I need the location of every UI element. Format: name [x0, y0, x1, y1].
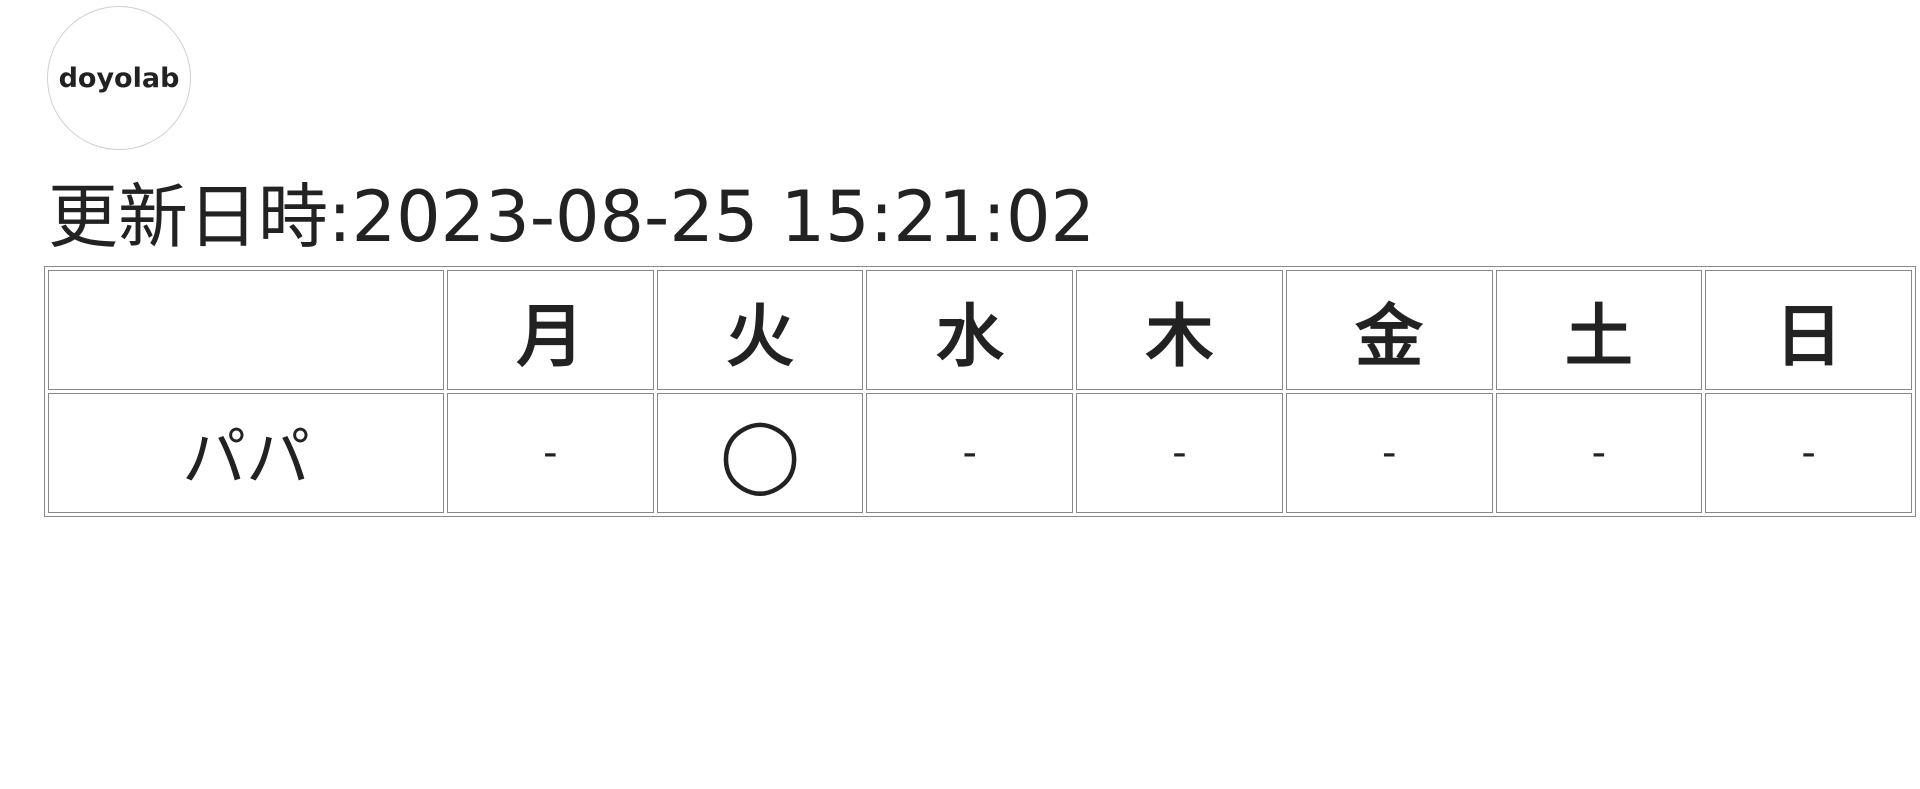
status-mark: ◯	[719, 411, 801, 495]
logo-text: doyolab	[58, 62, 180, 94]
person-name: パパ	[48, 393, 444, 513]
corner-cell	[48, 270, 444, 390]
day-header-thu: 木	[1076, 270, 1283, 390]
status-mark: -	[1801, 430, 1816, 476]
status-tue: ◯	[656, 393, 864, 513]
status-wed: -	[866, 393, 1074, 513]
doyolab-logo: doyolab	[47, 6, 191, 150]
status-thu: -	[1076, 393, 1283, 513]
status-mark: -	[1591, 430, 1607, 476]
status-mark: -	[543, 430, 558, 476]
status-mark: -	[1381, 430, 1397, 476]
status-sat: -	[1495, 393, 1703, 513]
day-header-fri: 金	[1285, 270, 1493, 390]
day-header-sun: 日	[1705, 270, 1912, 390]
weekly-schedule-table: 月 火 水 木 金 土 日 パパ - ◯ - - - - -	[44, 266, 1916, 517]
table-row: パパ - ◯ - - - - -	[48, 393, 1912, 513]
day-header-wed: 水	[866, 270, 1074, 390]
status-mark: -	[1172, 430, 1187, 476]
updated-datetime: 更新日時:2023-08-25 15:21:02	[48, 176, 1096, 258]
status-mark: -	[962, 430, 977, 476]
day-header-mon: 月	[447, 270, 654, 390]
status-fri: -	[1285, 393, 1493, 513]
header-row: 月 火 水 木 金 土 日	[48, 270, 1912, 390]
status-mon: -	[447, 393, 654, 513]
day-header-tue: 火	[656, 270, 864, 390]
status-sun: -	[1705, 393, 1912, 513]
day-header-sat: 土	[1495, 270, 1703, 390]
